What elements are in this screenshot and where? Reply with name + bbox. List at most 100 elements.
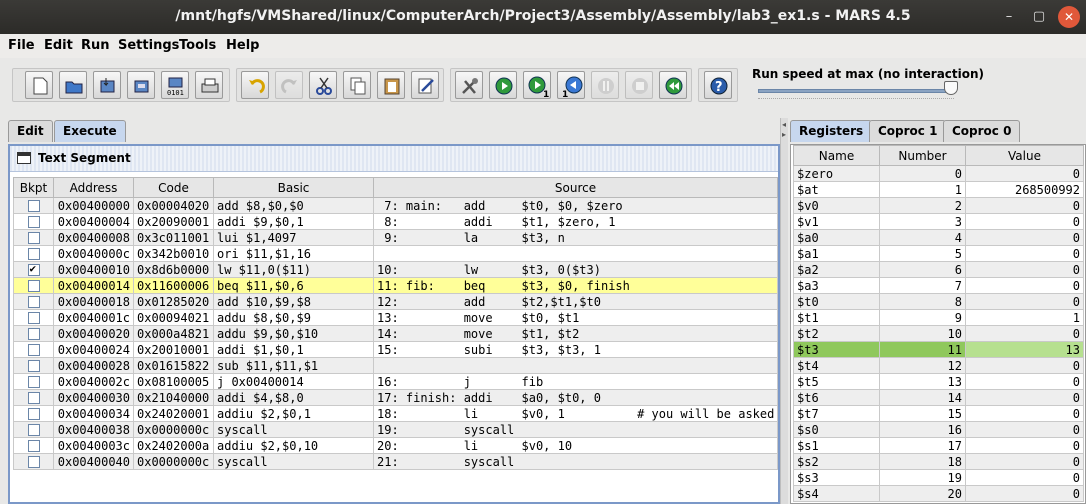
tab-coproc0[interactable]: Coproc 0 bbox=[943, 120, 1021, 142]
bkpt-cell[interactable] bbox=[13, 277, 54, 294]
register-value[interactable]: 0 bbox=[965, 469, 1084, 486]
text-segment-row[interactable]: 0x00400024 0x20010001 addi $1,$0,1 15: subi… bbox=[13, 341, 778, 358]
help-button[interactable]: ? bbox=[704, 71, 732, 99]
bkpt-cell[interactable] bbox=[13, 261, 54, 278]
maximize-button[interactable]: ▢ bbox=[1028, 6, 1050, 28]
bkpt-cell[interactable] bbox=[13, 437, 54, 454]
register-value[interactable]: 0 bbox=[965, 293, 1084, 310]
text-segment-row[interactable]: 0x0040003c 0x2402000a addiu $2,$0,10 20: li… bbox=[13, 437, 778, 454]
register-value[interactable]: 0 bbox=[965, 453, 1084, 470]
breakpoint-checkbox[interactable] bbox=[27, 360, 40, 372]
breakpoint-checkbox[interactable] bbox=[27, 312, 40, 324]
reset-button[interactable] bbox=[659, 71, 687, 99]
menu-tools[interactable]: Tools bbox=[179, 38, 216, 53]
text-segment-row[interactable]: 0x00400004 0x20090001 addi $9,$0,1 8: addi… bbox=[13, 213, 778, 230]
column-value[interactable]: Value bbox=[965, 145, 1084, 166]
bkpt-cell[interactable] bbox=[13, 229, 54, 246]
bkpt-cell[interactable] bbox=[13, 421, 54, 438]
breakpoint-checkbox[interactable] bbox=[27, 408, 40, 420]
register-row[interactable]: $t5 13 0 bbox=[793, 373, 1084, 390]
breakpoint-checkbox[interactable] bbox=[27, 456, 40, 468]
text-segment-row[interactable]: 0x00400028 0x01615822 sub $11,$11,$1 bbox=[13, 357, 778, 374]
breakpoint-checkbox[interactable] bbox=[27, 424, 40, 436]
bkpt-cell[interactable] bbox=[13, 245, 54, 262]
text-segment-row[interactable]: 0x00400040 0x0000000c syscall 21: syscall bbox=[13, 453, 778, 470]
bkpt-cell[interactable] bbox=[13, 405, 54, 422]
register-row[interactable]: $t7 15 0 bbox=[793, 405, 1084, 422]
column-address[interactable]: Address bbox=[53, 177, 134, 198]
redo-button[interactable] bbox=[275, 71, 303, 99]
bkpt-cell[interactable] bbox=[13, 373, 54, 390]
breakpoint-checkbox[interactable] bbox=[27, 328, 40, 340]
register-value[interactable]: 0 bbox=[965, 389, 1084, 406]
menu-settings[interactable]: Settings bbox=[118, 38, 179, 53]
menu-file[interactable]: File bbox=[8, 38, 35, 53]
run-speed-slider-thumb[interactable] bbox=[944, 81, 958, 95]
register-value[interactable]: 0 bbox=[965, 229, 1084, 246]
breakpoint-checkbox[interactable] bbox=[27, 440, 40, 452]
register-row[interactable]: $t6 14 0 bbox=[793, 389, 1084, 406]
column-source[interactable]: Source bbox=[373, 177, 778, 198]
register-row[interactable]: $at 1 268500992 bbox=[793, 181, 1084, 198]
register-row[interactable]: $s4 20 0 bbox=[793, 485, 1084, 502]
breakpoint-checkbox[interactable] bbox=[27, 263, 40, 276]
breakpoint-checkbox[interactable] bbox=[27, 200, 40, 212]
breakpoint-checkbox[interactable] bbox=[27, 392, 40, 404]
bkpt-cell[interactable] bbox=[13, 309, 54, 326]
save-button[interactable] bbox=[93, 71, 121, 99]
register-row[interactable]: $a1 5 0 bbox=[793, 245, 1084, 262]
close-button[interactable]: ✕ bbox=[1058, 6, 1080, 28]
column-basic[interactable]: Basic bbox=[213, 177, 374, 198]
register-value[interactable]: 0 bbox=[965, 213, 1084, 230]
print-button[interactable] bbox=[195, 71, 223, 99]
register-value[interactable]: 0 bbox=[965, 277, 1084, 294]
register-value[interactable]: 0 bbox=[965, 261, 1084, 278]
cut-button[interactable] bbox=[309, 71, 337, 99]
text-segment-row[interactable]: 0x00400030 0x21040000 addi $4,$8,0 17: fini… bbox=[13, 389, 778, 406]
bkpt-cell[interactable] bbox=[13, 341, 54, 358]
find-replace-button[interactable] bbox=[411, 71, 439, 99]
register-value[interactable]: 0 bbox=[965, 357, 1084, 374]
register-row[interactable]: $t4 12 0 bbox=[793, 357, 1084, 374]
bkpt-cell[interactable] bbox=[13, 213, 54, 230]
tab-edit[interactable]: Edit bbox=[8, 120, 53, 142]
copy-button[interactable] bbox=[343, 71, 371, 99]
register-row[interactable]: $a3 7 0 bbox=[793, 277, 1084, 294]
bkpt-cell[interactable] bbox=[13, 453, 54, 470]
text-segment-row[interactable]: 0x00400014 0x11600006 beq $11,$0,6 11: fib:… bbox=[13, 277, 778, 294]
column-bkpt[interactable]: Bkpt bbox=[13, 177, 54, 198]
breakpoint-checkbox[interactable] bbox=[27, 280, 40, 292]
register-value[interactable]: 13 bbox=[965, 341, 1084, 358]
tab-registers[interactable]: Registers bbox=[790, 120, 873, 142]
register-row[interactable]: $v0 2 0 bbox=[793, 197, 1084, 214]
minimize-button[interactable]: – bbox=[998, 6, 1020, 28]
register-value[interactable]: 0 bbox=[965, 245, 1084, 262]
stop-button[interactable] bbox=[625, 71, 653, 99]
text-segment-row[interactable]: 0x00400020 0x000a4821 addu $9,$0,$10 14: mo… bbox=[13, 325, 778, 342]
register-value[interactable]: 0 bbox=[965, 197, 1084, 214]
text-segment-row[interactable]: 0x0040001c 0x00094021 addu $8,$0,$9 13: mov… bbox=[13, 309, 778, 326]
column-name[interactable]: Name bbox=[793, 145, 880, 166]
column-number[interactable]: Number bbox=[879, 145, 966, 166]
register-value[interactable]: 1 bbox=[965, 309, 1084, 326]
bkpt-cell[interactable] bbox=[13, 293, 54, 310]
register-row[interactable]: $zero 0 0 bbox=[793, 165, 1084, 182]
register-row[interactable]: $a2 6 0 bbox=[793, 261, 1084, 278]
pane-splitter[interactable]: ◂ ▸ bbox=[780, 118, 788, 504]
register-value[interactable]: 0 bbox=[965, 165, 1084, 182]
register-row[interactable]: $s2 18 0 bbox=[793, 453, 1084, 470]
register-value[interactable]: 0 bbox=[965, 421, 1084, 438]
register-value[interactable]: 0 bbox=[965, 485, 1084, 502]
breakpoint-checkbox[interactable] bbox=[27, 232, 40, 244]
register-value[interactable]: 0 bbox=[965, 405, 1084, 422]
register-value[interactable]: 0 bbox=[965, 437, 1084, 454]
menu-help[interactable]: Help bbox=[226, 38, 259, 53]
dump-memory-button[interactable]: 0101 bbox=[161, 71, 189, 99]
text-segment-row[interactable]: 0x004000100x8d6b0000lw $11,0($11)10: lw … bbox=[13, 261, 778, 278]
register-value[interactable]: 0 bbox=[965, 325, 1084, 342]
undo-button[interactable] bbox=[241, 71, 269, 99]
bkpt-cell[interactable] bbox=[13, 389, 54, 406]
breakpoint-checkbox[interactable] bbox=[27, 296, 40, 308]
open-file-button[interactable] bbox=[59, 71, 87, 99]
tab-coproc1[interactable]: Coproc 1 bbox=[869, 120, 947, 142]
